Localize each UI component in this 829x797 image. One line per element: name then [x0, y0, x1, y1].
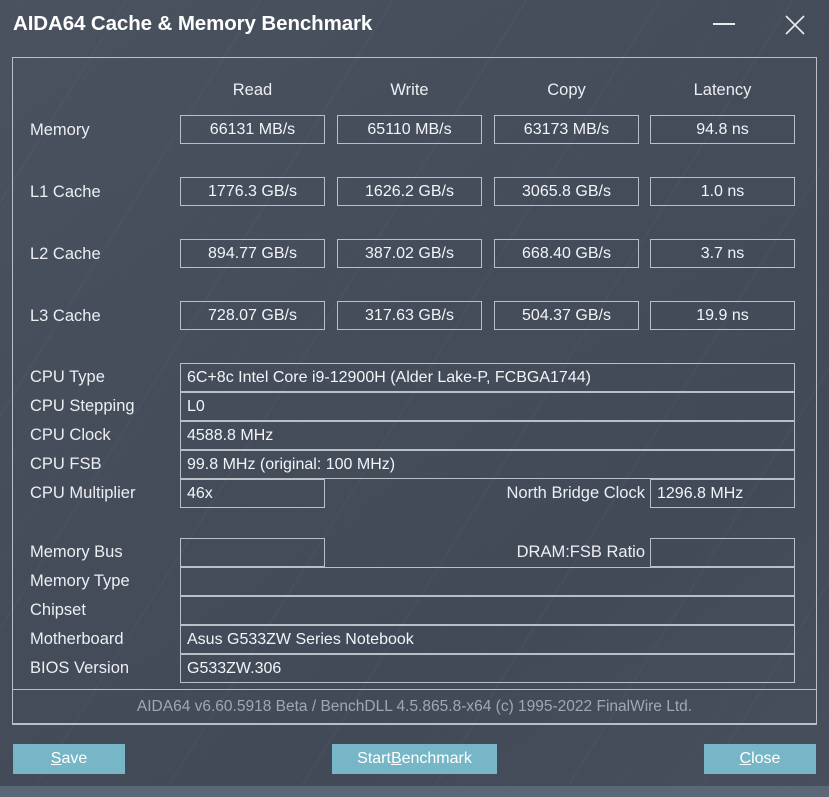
save-button[interactable]: Save [13, 744, 125, 774]
label-cpu-stepping: CPU Stepping [30, 397, 135, 415]
label-dram-fsb-ratio: DRAM:FSB Ratio [516, 543, 645, 561]
row-label-l2-cache: L2 Cache [30, 245, 101, 263]
value-motherboard: Asus G533ZW Series Notebook [180, 625, 795, 654]
cell-memory-write: 65110 MB/s [337, 115, 482, 144]
save-label-suffix: ave [61, 750, 88, 767]
close-label-suffix: lose [751, 750, 781, 767]
cell-l3-write: 317.63 GB/s [337, 301, 482, 330]
cell-memory-read: 66131 MB/s [180, 115, 325, 144]
title-bar: AIDA64 Cache & Memory Benchmark [0, 0, 829, 50]
close-icon [785, 15, 805, 35]
cell-l3-read: 728.07 GB/s [180, 301, 325, 330]
minimize-icon [713, 23, 735, 25]
start-benchmark-button[interactable]: Start Benchmark [332, 744, 497, 774]
value-cpu-clock: 4588.8 MHz [180, 421, 795, 450]
label-memory-type: Memory Type [30, 572, 130, 590]
label-cpu-fsb: CPU FSB [30, 455, 102, 473]
value-memory-type [180, 567, 795, 596]
cell-l3-copy: 504.37 GB/s [494, 301, 639, 330]
save-label-accel: S [50, 750, 62, 767]
row-label-l3-cache: L3 Cache [30, 307, 101, 325]
value-dram-fsb-ratio [650, 538, 795, 567]
cell-l3-latency: 19.9 ns [650, 301, 795, 330]
label-north-bridge-clock: North Bridge Clock [506, 484, 645, 502]
close-button[interactable]: Close [704, 744, 816, 774]
label-cpu-type: CPU Type [30, 368, 105, 386]
cell-l2-latency: 3.7 ns [650, 239, 795, 268]
value-cpu-stepping: L0 [180, 392, 795, 421]
window-title: AIDA64 Cache & Memory Benchmark [13, 12, 373, 35]
value-cpu-multiplier: 46x [180, 479, 325, 508]
value-memory-bus [180, 538, 325, 567]
cell-memory-latency: 94.8 ns [650, 115, 795, 144]
cell-l2-write: 387.02 GB/s [337, 239, 482, 268]
column-header-copy: Copy [547, 81, 586, 99]
value-chipset [180, 596, 795, 625]
close-label-accel: C [739, 750, 752, 767]
version-info-strip: AIDA64 v6.60.5918 Beta / BenchDLL 4.5.86… [12, 689, 817, 724]
label-cpu-multiplier: CPU Multiplier [30, 484, 136, 502]
cell-l1-write: 1626.2 GB/s [337, 177, 482, 206]
cell-memory-copy: 63173 MB/s [494, 115, 639, 144]
row-label-l1-cache: L1 Cache [30, 183, 101, 201]
column-header-write: Write [390, 81, 429, 99]
cell-l1-read: 1776.3 GB/s [180, 177, 325, 206]
row-label-memory: Memory [30, 121, 90, 139]
cell-l1-copy: 3065.8 GB/s [494, 177, 639, 206]
aida64-benchmark-window: AIDA64 Cache & Memory Benchmark Read Wri… [0, 0, 829, 797]
window-bottom-strip [0, 786, 829, 797]
column-header-latency: Latency [693, 81, 752, 99]
value-cpu-type: 6C+8c Intel Core i9-12900H (Alder Lake-P… [180, 363, 795, 392]
value-north-bridge-clock: 1296.8 MHz [650, 479, 795, 508]
label-motherboard: Motherboard [30, 630, 124, 648]
cell-l2-read: 894.77 GB/s [180, 239, 325, 268]
start-label-suffix: enchmark [401, 750, 472, 767]
minimize-button[interactable] [704, 6, 744, 42]
column-header-read: Read [232, 81, 273, 99]
label-bios-version: BIOS Version [30, 659, 130, 677]
start-label-accel: B [390, 750, 402, 767]
close-window-button[interactable] [775, 6, 815, 42]
cell-l1-latency: 1.0 ns [650, 177, 795, 206]
label-chipset: Chipset [30, 601, 86, 619]
version-text: AIDA64 v6.60.5918 Beta / BenchDLL 4.5.86… [136, 697, 693, 715]
label-cpu-clock: CPU Clock [30, 426, 111, 444]
value-bios-version: G533ZW.306 [180, 654, 795, 683]
cell-l2-copy: 668.40 GB/s [494, 239, 639, 268]
value-cpu-fsb: 99.8 MHz (original: 100 MHz) [180, 450, 795, 479]
start-label-prefix: Start [357, 750, 391, 767]
label-memory-bus: Memory Bus [30, 543, 123, 561]
